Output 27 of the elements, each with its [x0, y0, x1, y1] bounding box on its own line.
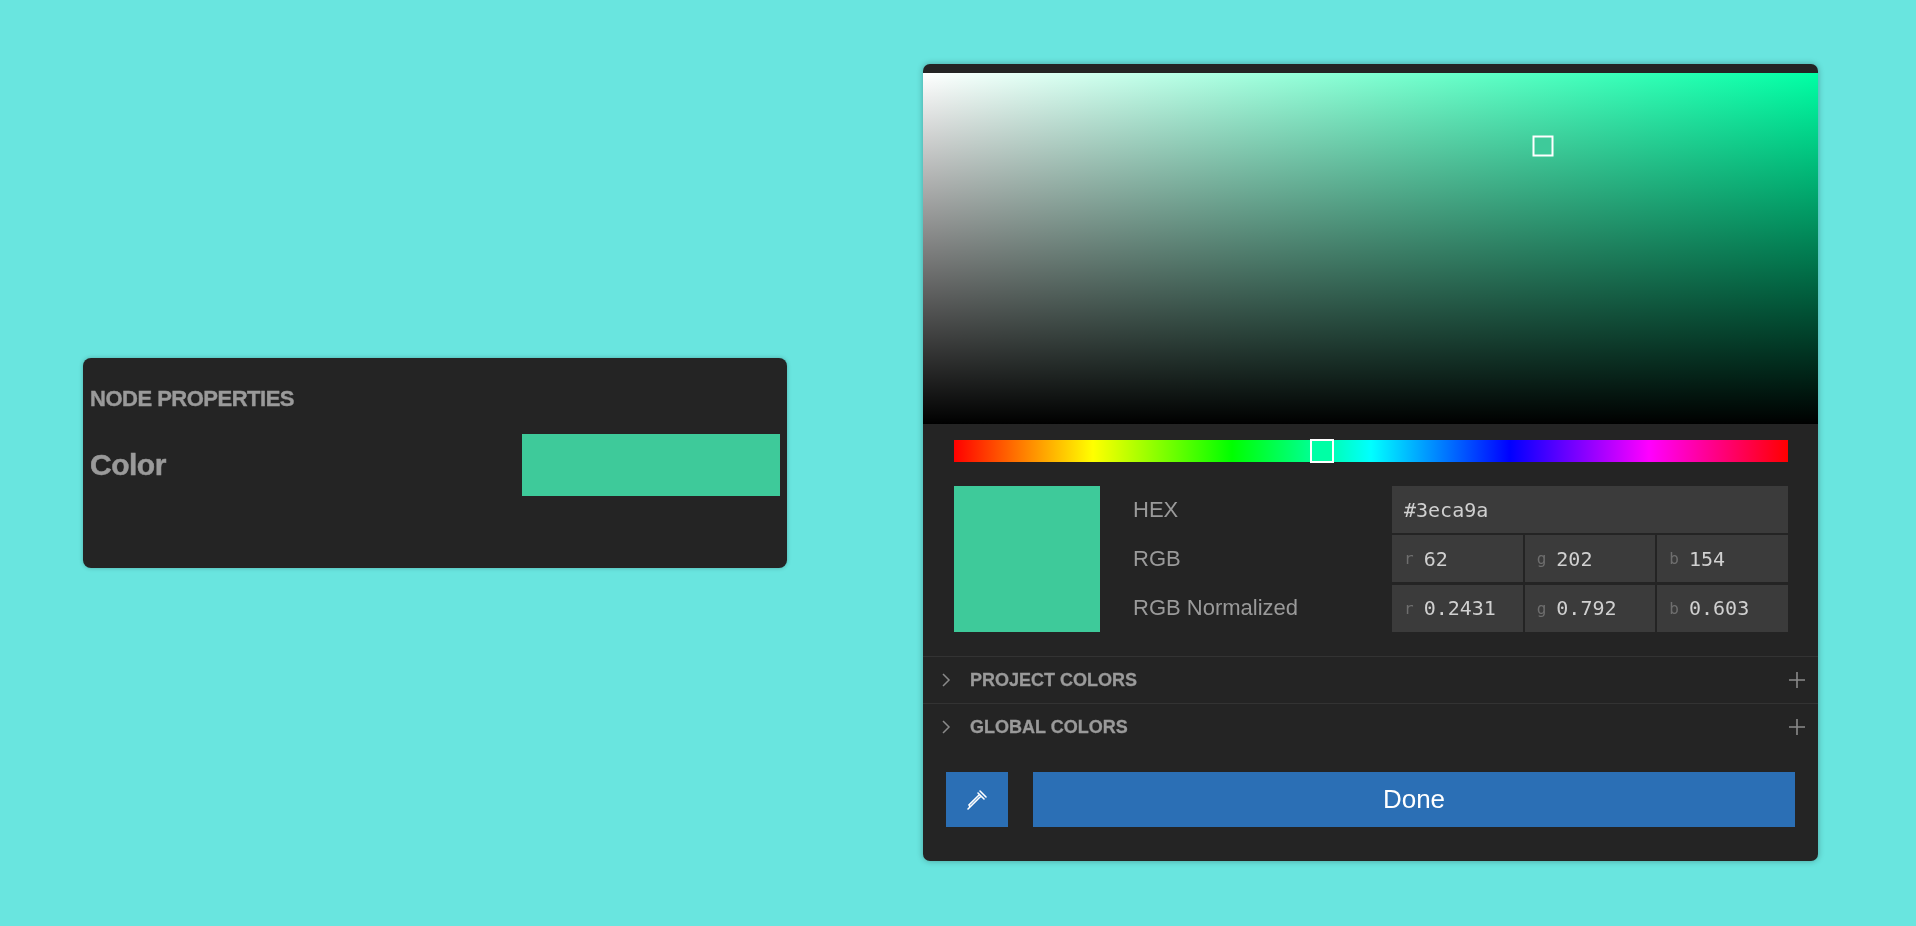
- field-value: 0.603: [1689, 596, 1750, 621]
- field-value: 0.2431: [1423, 596, 1496, 621]
- input-field[interactable]: #3eca9a: [1392, 486, 1788, 533]
- field-label: HEX: [1133, 495, 1180, 524]
- panel-title: NODE PROPERTIES: [90, 386, 295, 412]
- chevron-icon: [940, 719, 952, 735]
- chevron-icon: [940, 672, 952, 688]
- picker-handle[interactable]: [1532, 135, 1554, 157]
- plus-icon[interactable]: [1788, 671, 1806, 689]
- section-header[interactable]: PROJECT COLORS: [940, 669, 1138, 691]
- done-button[interactable]: Done: [1033, 772, 1795, 827]
- field-label: RGB Normalized: [1133, 594, 1300, 623]
- field-value: 62: [1423, 546, 1448, 571]
- eyedropper-icon: [965, 787, 989, 812]
- field-label: RGB: [1133, 544, 1182, 573]
- color-swatch[interactable]: [522, 434, 780, 496]
- field-value: #3eca9a: [1404, 497, 1489, 522]
- eyedropper-button[interactable]: [946, 772, 1008, 827]
- slider-thumb[interactable]: [1309, 439, 1334, 463]
- property-label: Color: [90, 448, 166, 482]
- field-value: 0.792: [1556, 596, 1617, 621]
- plus-icon[interactable]: [1788, 718, 1806, 736]
- hue-slider[interactable]: [954, 440, 1788, 462]
- field-value: 202: [1556, 546, 1593, 571]
- saturation-value-area[interactable]: [923, 73, 1818, 424]
- field-value: 154: [1689, 546, 1726, 571]
- section-header[interactable]: GLOBAL COLORS: [940, 716, 1128, 738]
